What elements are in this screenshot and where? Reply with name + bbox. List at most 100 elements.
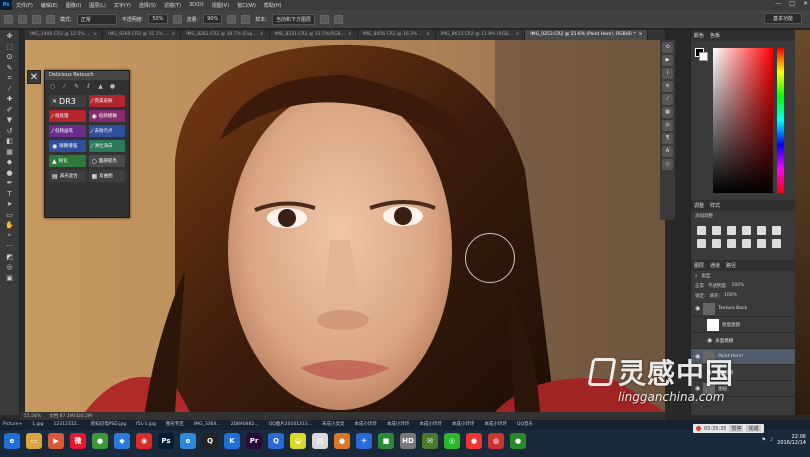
- ignore-adjustment-icon[interactable]: [320, 14, 330, 24]
- tab-color[interactable]: 颜色: [694, 32, 704, 39]
- pressure-size-icon[interactable]: [334, 14, 344, 24]
- wechat-icon[interactable]: ◎: [444, 433, 460, 449]
- layer-kind-select[interactable]: 类型: [702, 273, 711, 279]
- sample-select[interactable]: 当前和下方图层: [272, 13, 316, 25]
- dr3-button[interactable]: ✕ DR3: [49, 95, 86, 107]
- chrome-icon[interactable]: ●: [92, 433, 108, 449]
- taskbar-window-item[interactable]: QQ图片20161213...: [264, 420, 317, 430]
- menu-image[interactable]: 图像(I): [62, 2, 85, 9]
- brightness-icon[interactable]: [697, 226, 706, 235]
- tab-img-8456[interactable]: IMG_8456.CR2 @ 16.3% ... ×: [358, 30, 436, 40]
- clone-stamp-tool-icon[interactable]: ▼: [4, 116, 16, 125]
- whiten-button[interactable]: ⁄ 清仕净白: [88, 140, 125, 152]
- type-tool-icon[interactable]: T: [4, 189, 16, 198]
- photo-filter-icon[interactable]: [727, 239, 736, 248]
- hue-saturation-icon[interactable]: [772, 226, 781, 235]
- close-icon[interactable]: ×: [171, 32, 175, 37]
- ie-icon[interactable]: e: [4, 433, 20, 449]
- workspace-select[interactable]: 基本功能: [763, 13, 802, 24]
- stamp-icon[interactable]: ▲: [97, 83, 104, 90]
- marquee-tool-icon[interactable]: ⬚: [4, 42, 16, 51]
- color-field[interactable]: [713, 48, 773, 193]
- menu-type[interactable]: 文字(Y): [110, 2, 135, 9]
- tab-adjustments[interactable]: 调整: [694, 202, 704, 209]
- tab-img-8331[interactable]: IMG_8331.CR2 @ 13.5%(RGB... ×: [270, 30, 358, 40]
- history-icon[interactable]: ⟲: [662, 42, 673, 53]
- low-freq-blur-button[interactable]: ◉ 低频模糊: [88, 110, 125, 122]
- exposure-icon[interactable]: [742, 226, 751, 235]
- taskbar-window-item[interactable]: 本成小玲玲: [447, 420, 480, 430]
- menu-window[interactable]: 窗口(W): [233, 2, 260, 9]
- taskbar-window-item[interactable]: 1.jpg: [27, 420, 48, 430]
- eye-icon[interactable]: ◉: [695, 305, 700, 312]
- pressure-opacity-icon[interactable]: [172, 14, 182, 24]
- pen-icon[interactable]: ✎: [73, 83, 80, 90]
- taskbar-window-item[interactable]: Picture+: [0, 420, 27, 430]
- taskbar-window-item[interactable]: 本成小玲玲: [382, 420, 415, 430]
- qq-icon[interactable]: Q: [202, 433, 218, 449]
- taskbar-window-item[interactable]: 本成小玲玲: [414, 420, 447, 430]
- lasso-icon[interactable]: ○: [49, 83, 56, 90]
- lasso-tool-icon[interactable]: ʘ: [4, 53, 16, 62]
- vibrance-icon[interactable]: [757, 226, 766, 235]
- remove-blemish-button[interactable]: ⁄ 去除污点: [88, 125, 125, 137]
- gradient-tool-icon[interactable]: ▦: [4, 147, 16, 156]
- blur-tool-icon[interactable]: ◆: [4, 158, 16, 167]
- maximize-button[interactable]: □: [789, 0, 795, 7]
- menu-filter[interactable]: 滤镜(T): [160, 2, 185, 9]
- tab-channels[interactable]: 通道: [710, 262, 720, 269]
- pause-button[interactable]: 暂停: [729, 425, 744, 432]
- move-tool-icon[interactable]: ✥: [4, 32, 16, 41]
- layer-row[interactable]: ◉ Texture Back: [691, 301, 796, 317]
- brush-panel-icon[interactable]: [32, 14, 41, 24]
- clock[interactable]: 22:06 2016/12/14: [777, 434, 806, 446]
- dodge-burn-button[interactable]: ▤ 减光混合: [49, 170, 86, 182]
- swatch-icon[interactable]: ▦: [662, 107, 673, 118]
- player-icon[interactable]: ◉: [136, 433, 152, 449]
- curves-button[interactable]: ▦ 双曲图: [88, 170, 125, 182]
- browser-icon[interactable]: e: [180, 433, 196, 449]
- minimize-button[interactable]: —: [775, 0, 781, 7]
- batch-button[interactable]: ⁄ 批处理: [49, 110, 86, 122]
- actions-icon[interactable]: ▶: [662, 55, 673, 66]
- dropper-icon[interactable]: ℓ: [85, 83, 92, 90]
- fill-input[interactable]: 100%: [724, 293, 737, 299]
- settings-icon[interactable]: ●: [109, 83, 116, 90]
- taskbar-window-item[interactable]: IMG_3364...: [189, 420, 226, 430]
- perfect-skin-button[interactable]: ⁄ 完美皮肤: [88, 95, 125, 107]
- close-icon[interactable]: ×: [348, 32, 352, 37]
- aligned-checkbox[interactable]: [241, 14, 251, 24]
- crop-tool-icon[interactable]: ⌗: [4, 74, 16, 83]
- color-swatches-icon[interactable]: ◩: [4, 252, 16, 261]
- taskbar-window-item[interactable]: 新知识电PSD.jpg: [86, 420, 131, 430]
- tab-img-8615[interactable]: IMG_8615.CR2 @ 11.8% (RGB... ×: [436, 30, 526, 40]
- volume-icon[interactable]: ♪: [770, 437, 773, 443]
- close-icon[interactable]: ×: [516, 32, 520, 37]
- eye-icon[interactable]: ◉: [707, 337, 712, 344]
- brush-icon[interactable]: ⁄: [61, 83, 68, 90]
- menu-select[interactable]: 选择(S): [135, 2, 160, 9]
- taskbar-window-item[interactable]: 12312312...: [49, 420, 86, 430]
- folder-icon[interactable]: ▭: [26, 433, 42, 449]
- mail-icon[interactable]: ✉: [422, 433, 438, 449]
- color-balance-icon[interactable]: [697, 239, 706, 248]
- menu-layer[interactable]: 图层(L): [85, 2, 110, 9]
- taskbar-window-item[interactable]: 未成小灵灵: [317, 420, 350, 430]
- pr-icon[interactable]: Pr: [246, 433, 262, 449]
- screen-mode-icon[interactable]: ▣: [4, 273, 16, 282]
- clone-source-icon[interactable]: [46, 14, 55, 24]
- ps-icon[interactable]: Ps: [158, 433, 174, 449]
- taskbar-window-item[interactable]: 图形专区: [161, 420, 189, 430]
- firefox-icon[interactable]: ●: [334, 433, 350, 449]
- close-icon[interactable]: ×: [426, 32, 430, 37]
- maps-icon[interactable]: ✈: [356, 433, 372, 449]
- notes-icon[interactable]: ▤: [312, 433, 328, 449]
- eye-enhance-button[interactable]: ◉ 眼睛增强: [49, 140, 86, 152]
- dodge-tool-icon[interactable]: ●: [4, 168, 16, 177]
- zoom-tool-icon[interactable]: ⌕: [4, 231, 16, 240]
- weibo-icon[interactable]: 微: [70, 433, 86, 449]
- taskbar-window-item[interactable]: 2D8A0882...: [226, 420, 264, 430]
- close-panel-icon[interactable]: ✕: [27, 70, 41, 84]
- clone-source-panel-icon[interactable]: ◎: [662, 120, 673, 131]
- blend-mode-select[interactable]: 正常: [695, 283, 704, 289]
